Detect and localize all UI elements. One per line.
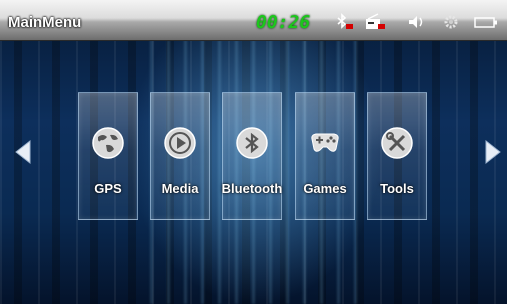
battery-icon xyxy=(473,13,499,31)
menu-tile-tools[interactable]: Tools xyxy=(367,92,427,220)
play-icon xyxy=(162,125,198,161)
bluetooth-icon xyxy=(234,125,270,161)
menu-tile-label: Bluetooth xyxy=(221,181,283,196)
volume-icon[interactable] xyxy=(406,13,428,31)
globe-icon xyxy=(90,125,126,161)
menu-tile-label: Tools xyxy=(380,181,414,196)
radio-disabled-icon[interactable] xyxy=(364,13,386,31)
menu-tile-bluetooth[interactable]: Bluetooth xyxy=(222,92,282,220)
bluetooth-disabled-icon[interactable] xyxy=(333,13,355,31)
settings-icon[interactable] xyxy=(440,13,462,31)
menu-tile-label: GPS xyxy=(94,181,122,196)
page-title: MainMenu xyxy=(8,14,82,31)
gamepad-icon xyxy=(307,125,343,161)
menu-tile-label: Games xyxy=(303,181,347,196)
tools-icon xyxy=(379,125,415,161)
left-arrow-icon[interactable] xyxy=(12,137,34,167)
right-arrow-icon[interactable] xyxy=(482,137,504,167)
top-status-bar: MainMenu 00:26 xyxy=(0,0,507,41)
clock-display: 00:26 xyxy=(256,12,311,33)
main-menu-screen: MainMenu 00:26 GPS Media Bluetooth Games… xyxy=(0,0,507,304)
menu-tile-label: Media xyxy=(161,181,199,196)
menu-tile-games[interactable]: Games xyxy=(295,92,355,220)
menu-tile-media[interactable]: Media xyxy=(150,92,210,220)
menu-tile-gps[interactable]: GPS xyxy=(78,92,138,220)
